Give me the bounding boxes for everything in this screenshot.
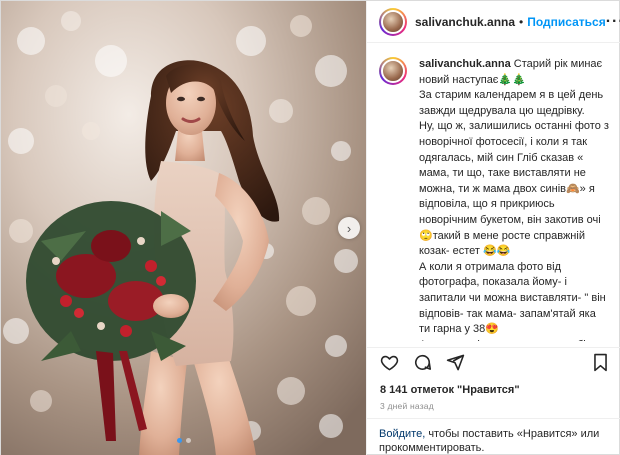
comment-icon[interactable] [413,353,432,372]
avatar[interactable] [379,7,407,36]
caption-text-block: salivanchuk.anna Старий рік минає новий … [419,57,610,341]
login-link[interactable]: Войдите, [379,428,425,440]
bookmark-icon[interactable] [592,353,609,372]
next-slide-button[interactable]: › [338,217,360,239]
post-header: salivanchuk.anna • Подписаться ··· [367,1,620,43]
post-timestamp[interactable]: 3 дней назад [380,401,434,411]
photo-scene [1,1,366,455]
carousel-dots [1,438,366,443]
more-icon[interactable]: ··· [606,13,620,31]
caption-username[interactable]: salivanchuk.anna [419,58,511,70]
caption: salivanchuk.anna Старий рік минає новий … [367,43,620,341]
carousel-dot [185,438,191,443]
share-icon[interactable] [446,353,465,372]
post-details: salivanchuk.anna • Подписаться ··· saliv… [366,1,620,455]
post-photo[interactable]: › [1,1,366,455]
likes-count[interactable]: 8 141 отметок "Нравится" [380,384,520,396]
header-username[interactable]: salivanchuk.anna [415,15,515,29]
heart-icon[interactable] [380,353,399,372]
login-prompt: Войдите, чтобы поставить «Нравится» или … [367,418,620,455]
chevron-right-icon: › [346,220,352,236]
carousel-dot [176,438,182,443]
caption-text: Старий рік минає новий наступає🎄🎄 За ста… [419,58,609,341]
action-bar [367,347,620,375]
caption-avatar[interactable] [379,57,407,85]
instagram-post: › salivanchuk.anna • Подписаться ··· sal… [0,0,620,455]
follow-button[interactable]: Подписаться [527,15,605,29]
separator-dot: • [519,14,524,29]
